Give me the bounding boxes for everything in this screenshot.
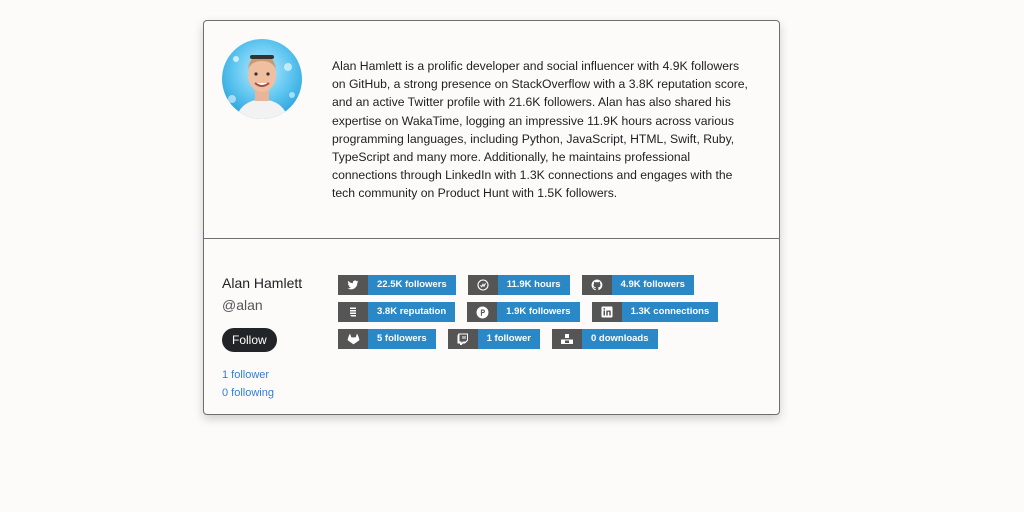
profile-bio: Alan Hamlett is a prolific developer and…: [332, 59, 748, 201]
badge-row: 5 followers 1 follower 0 downloads: [338, 329, 758, 349]
twitch-icon: [447, 329, 478, 349]
badge-linkedin-value: 1.3K connections: [621, 302, 719, 322]
profile-card: Alan Hamlett is a prolific developer and…: [203, 20, 780, 415]
downloads-icon: [551, 329, 582, 349]
badge-github[interactable]: 4.9K followers: [581, 275, 694, 295]
badge-downloads-value: 0 downloads: [581, 329, 658, 349]
badge-producthunt-value: 1.9K followers: [497, 302, 580, 322]
badge-gitlab[interactable]: 5 followers: [338, 329, 436, 349]
social-badges: 22.5K followers 11.9K hours 4.9K followe…: [338, 275, 758, 356]
badge-gitlab-value: 5 followers: [368, 329, 436, 349]
badge-linkedin[interactable]: 1.3K connections: [591, 302, 719, 322]
profile-bio-section: Alan Hamlett is a prolific developer and…: [204, 21, 779, 239]
profile-summary: Alan Hamlett @alan Follow 1 follower 0 f…: [222, 274, 332, 402]
producthunt-icon: [467, 302, 498, 322]
following-link[interactable]: 0 following: [222, 384, 332, 402]
linkedin-icon: [591, 302, 622, 322]
badge-row: 3.8K reputation 1.9K followers 1.3K conn…: [338, 302, 758, 322]
profile-handle: @alan: [222, 297, 263, 313]
profile-name: Alan Hamlett: [222, 275, 303, 291]
avatar: [222, 39, 302, 119]
wakatime-icon: [467, 275, 498, 295]
badge-twitter-value: 22.5K followers: [368, 275, 456, 295]
badge-stackoverflow-value: 3.8K reputation: [368, 302, 456, 322]
follow-button[interactable]: Follow: [222, 328, 277, 352]
follow-links: 1 follower 0 following: [222, 366, 332, 402]
badge-wakatime-value: 11.9K hours: [497, 275, 570, 295]
badge-twitter[interactable]: 22.5K followers: [338, 275, 456, 295]
badge-downloads[interactable]: 0 downloads: [551, 329, 658, 349]
badge-row: 22.5K followers 11.9K hours 4.9K followe…: [338, 275, 758, 295]
badge-twitch[interactable]: 1 follower: [447, 329, 540, 349]
badge-producthunt[interactable]: 1.9K followers: [467, 302, 580, 322]
badge-stackoverflow[interactable]: 3.8K reputation: [338, 302, 456, 322]
badge-github-value: 4.9K followers: [611, 275, 694, 295]
badge-twitch-value: 1 follower: [477, 329, 540, 349]
github-icon: [581, 275, 612, 295]
badge-wakatime[interactable]: 11.9K hours: [467, 275, 570, 295]
followers-link[interactable]: 1 follower: [222, 366, 332, 384]
gitlab-icon: [338, 329, 368, 349]
stackoverflow-icon: [338, 302, 368, 322]
twitter-icon: [338, 275, 368, 295]
